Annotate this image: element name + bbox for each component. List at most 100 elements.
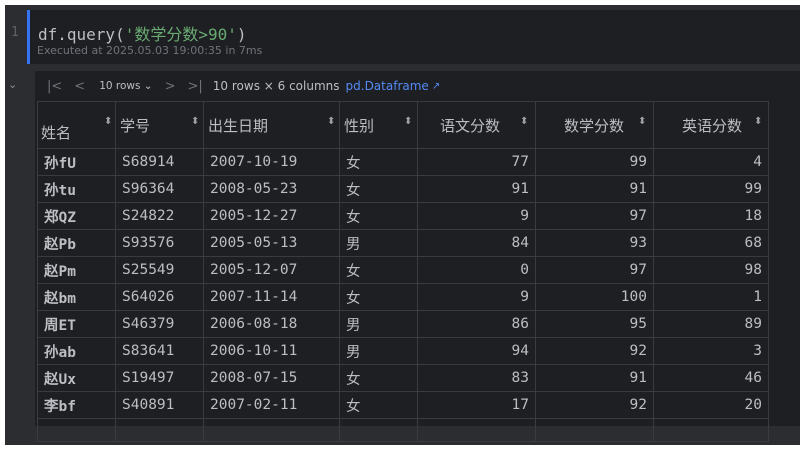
cell-gender[interactable]: 男 — [339, 337, 418, 365]
cell-student-id[interactable]: S40891 — [115, 391, 204, 419]
cell-gender[interactable]: 女 — [339, 391, 418, 419]
cell-math-score[interactable]: 97 — [535, 202, 654, 230]
cell-student-id[interactable]: S93576 — [115, 229, 204, 257]
sort-icon[interactable]: ⬍ — [520, 116, 528, 127]
cell-birth-date[interactable]: 2006-10-11 — [203, 337, 340, 365]
cell-gender[interactable]: 女 — [339, 283, 418, 311]
code-line[interactable]: df.query('数学分数>90') — [38, 21, 247, 45]
column-header-student-id[interactable]: 学号 ⬍ — [115, 101, 204, 149]
dataframe-link[interactable]: pd.Dataframe — [346, 79, 429, 93]
cell-math-score[interactable]: 92 — [535, 337, 654, 365]
first-page-icon[interactable]: |< — [47, 79, 62, 94]
cell-name[interactable]: 赵Pm — [37, 256, 116, 284]
cell-english-score[interactable]: 20 — [653, 391, 769, 419]
cell-math-score[interactable]: 93 — [535, 229, 654, 257]
column-header-name[interactable]: 姓名 ⬍ — [37, 101, 116, 149]
sort-icon[interactable]: ⬍ — [754, 116, 762, 127]
table-row[interactable]: 周ET S46379 2006-08-18 男 86 95 89 — [37, 310, 769, 338]
table-row[interactable]: 赵Pm S25549 2005-12-07 女 0 97 98 — [37, 256, 769, 284]
cell-english-score[interactable]: 4 — [653, 148, 769, 176]
cell-birth-date[interactable]: 2007-11-14 — [203, 283, 340, 311]
cell-birth-date[interactable]: 2005-12-27 — [203, 202, 340, 230]
column-header-gender[interactable]: 性别 ⬍ — [339, 101, 418, 149]
cell-english-score[interactable]: 46 — [653, 364, 769, 392]
cell-name[interactable]: 孙ab — [37, 337, 116, 365]
cell-name[interactable]: 孙tu — [37, 175, 116, 203]
cell-english-score[interactable]: 98 — [653, 256, 769, 284]
cell-student-id[interactable]: S83641 — [115, 337, 204, 365]
cell-chinese-score[interactable]: 94 — [417, 337, 536, 365]
table-row[interactable]: 赵Ux S19497 2008-07-15 女 83 91 46 — [37, 364, 769, 392]
cell-math-score[interactable]: 97 — [535, 256, 654, 284]
cell-chinese-score[interactable]: 17 — [417, 391, 536, 419]
cell-chinese-score[interactable]: 86 — [417, 310, 536, 338]
cell-gender[interactable]: 女 — [339, 364, 418, 392]
cell-birth-date[interactable]: 2008-07-15 — [203, 364, 340, 392]
external-link-icon[interactable]: ↗ — [432, 81, 440, 92]
cell-name[interactable]: 赵Pb — [37, 229, 116, 257]
table-row[interactable]: 赵Pb S93576 2005-05-13 男 84 93 68 — [37, 229, 769, 257]
cell-gender[interactable]: 男 — [339, 229, 418, 257]
cell-birth-date[interactable]: 2008-05-23 — [203, 175, 340, 203]
previous-page-icon[interactable]: < — [74, 79, 85, 94]
cell-gender[interactable]: 女 — [339, 256, 418, 284]
cell-gender[interactable]: 男 — [339, 310, 418, 338]
cell-chinese-score[interactable]: 9 — [417, 283, 536, 311]
table-row[interactable]: 李bf S40891 2007-02-11 女 17 92 20 — [37, 391, 769, 419]
cell-birth-date[interactable]: 2006-08-18 — [203, 310, 340, 338]
cell-english-score[interactable]: 18 — [653, 202, 769, 230]
cell-birth-date[interactable]: 2005-12-07 — [203, 256, 340, 284]
cell-english-score[interactable]: 3 — [653, 337, 769, 365]
table-row[interactable]: 赵bm S64026 2007-11-14 女 9 100 1 — [37, 283, 769, 311]
cell-birth-date[interactable]: 2007-02-11 — [203, 391, 340, 419]
column-header-chinese-score[interactable]: 语文分数 ⬍ — [417, 101, 536, 149]
cell-birth-date[interactable]: 2005-05-13 — [203, 229, 340, 257]
cell-chinese-score[interactable]: 9 — [417, 202, 536, 230]
table-row[interactable]: 孙fU S68914 2007-10-19 女 77 99 4 — [37, 148, 769, 176]
sort-icon[interactable]: ⬍ — [638, 116, 646, 127]
cell-name[interactable]: 赵bm — [37, 283, 116, 311]
cell-gender[interactable]: 女 — [339, 202, 418, 230]
cell-english-score[interactable]: 99 — [653, 175, 769, 203]
cell-math-score[interactable]: 91 — [535, 175, 654, 203]
sort-icon[interactable]: ⬍ — [191, 116, 199, 127]
table-row[interactable]: 孙ab S83641 2006-10-11 男 94 92 3 — [37, 337, 769, 365]
cell-student-id[interactable]: S25549 — [115, 256, 204, 284]
sort-icon[interactable]: ⬍ — [327, 116, 335, 127]
cell-name[interactable]: 郑QZ — [37, 202, 116, 230]
cell-name[interactable]: 孙fU — [37, 148, 116, 176]
cell-student-id[interactable]: S68914 — [115, 148, 204, 176]
cell-english-score[interactable]: 89 — [653, 310, 769, 338]
cell-name[interactable]: 周ET — [37, 310, 116, 338]
sort-icon[interactable]: ⬍ — [404, 116, 412, 127]
rows-per-page-select[interactable]: 10 rows ⌄ — [99, 80, 152, 92]
cell-math-score[interactable]: 91 — [535, 364, 654, 392]
cell-chinese-score[interactable]: 83 — [417, 364, 536, 392]
column-header-birth-date[interactable]: 出生日期 ⬍ — [203, 101, 340, 149]
next-page-icon[interactable]: > — [165, 79, 176, 94]
column-header-english-score[interactable]: 英语分数 ⬍ — [653, 101, 769, 149]
cell-chinese-score[interactable]: 0 — [417, 256, 536, 284]
cell-math-score[interactable]: 95 — [535, 310, 654, 338]
cell-math-score[interactable]: 100 — [535, 283, 654, 311]
last-page-icon[interactable]: >| — [188, 79, 203, 94]
chevron-down-icon[interactable]: ⌄ — [8, 78, 17, 91]
cell-student-id[interactable]: S64026 — [115, 283, 204, 311]
cell-student-id[interactable]: S96364 — [115, 175, 204, 203]
cell-name[interactable]: 李bf — [37, 391, 116, 419]
cell-math-score[interactable]: 92 — [535, 391, 654, 419]
cell-chinese-score[interactable]: 84 — [417, 229, 536, 257]
cell-english-score[interactable]: 1 — [653, 283, 769, 311]
cell-chinese-score[interactable]: 77 — [417, 148, 536, 176]
cell-math-score[interactable]: 99 — [535, 148, 654, 176]
cell-english-score[interactable]: 68 — [653, 229, 769, 257]
cell-birth-date[interactable]: 2007-10-19 — [203, 148, 340, 176]
table-row[interactable]: 孙tu S96364 2008-05-23 女 91 91 99 — [37, 175, 769, 203]
cell-student-id[interactable]: S24822 — [115, 202, 204, 230]
cell-gender[interactable]: 女 — [339, 175, 418, 203]
cell-name[interactable]: 赵Ux — [37, 364, 116, 392]
cell-gender[interactable]: 女 — [339, 148, 418, 176]
cell-chinese-score[interactable]: 91 — [417, 175, 536, 203]
cell-student-id[interactable]: S46379 — [115, 310, 204, 338]
table-row[interactable]: 郑QZ S24822 2005-12-27 女 9 97 18 — [37, 202, 769, 230]
